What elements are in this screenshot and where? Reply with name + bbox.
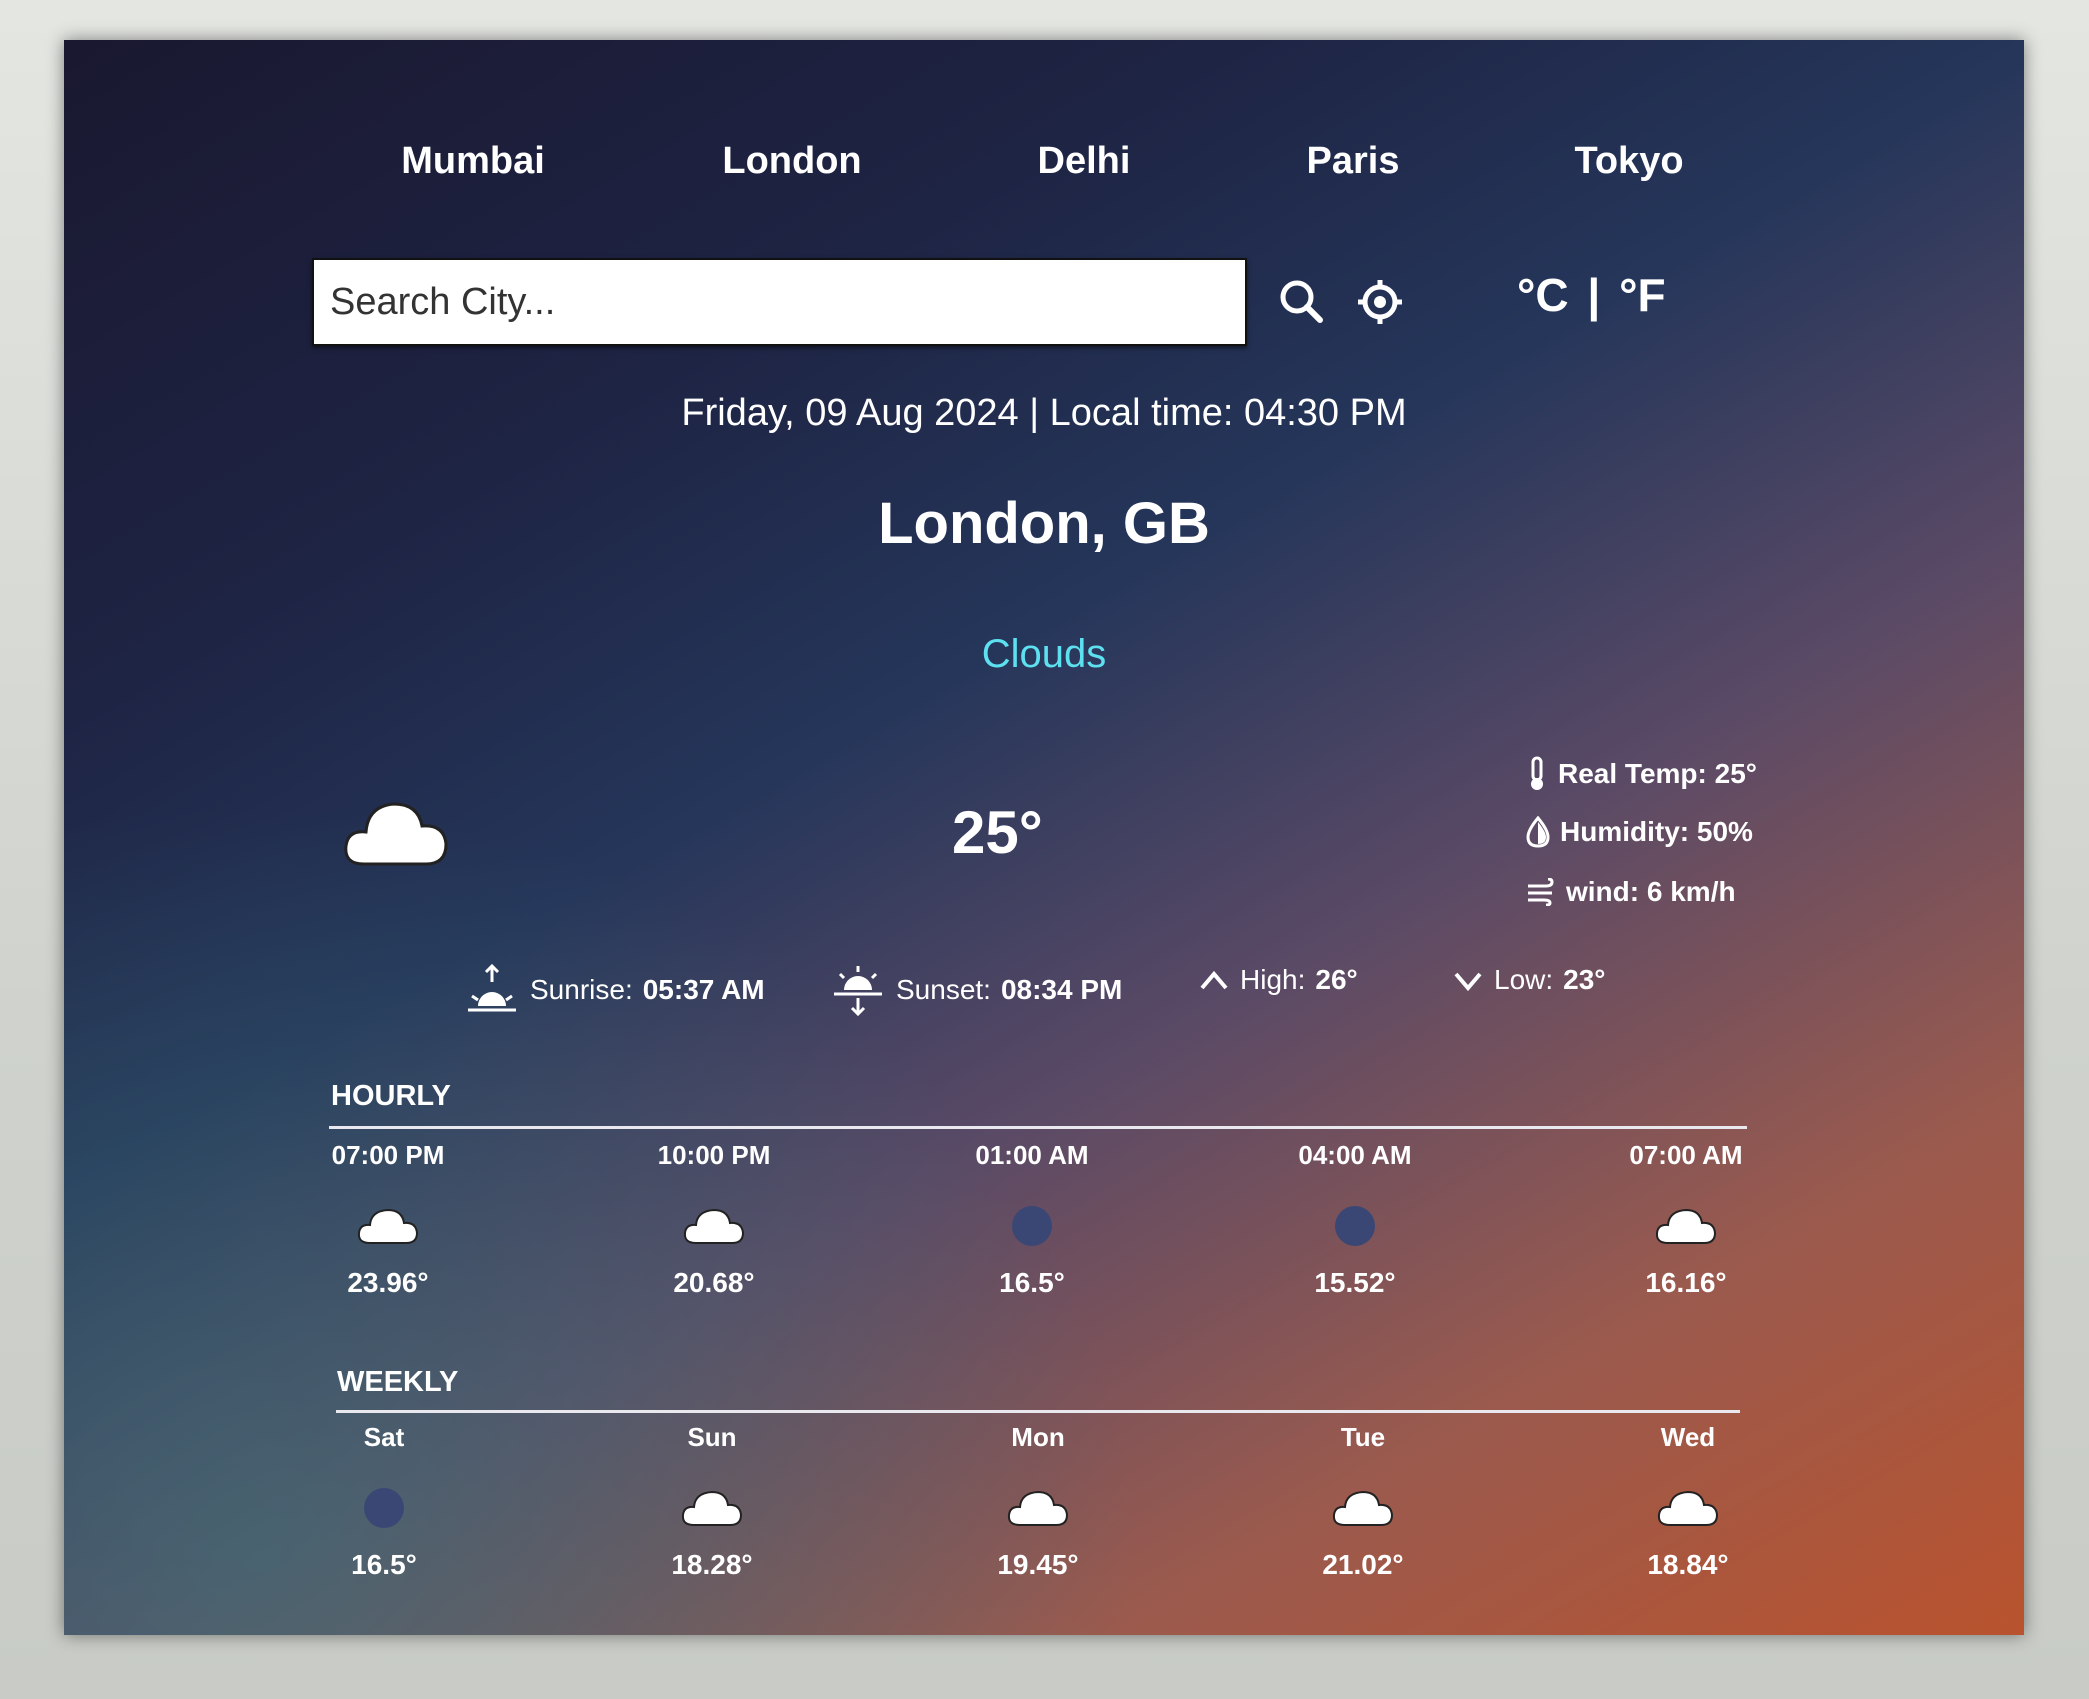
hourly-temp: 16.16° [1645, 1267, 1727, 1298]
sunset-time: 08:34 PM [1000, 974, 1123, 1005]
weekly-temp: 16.5° [351, 1549, 417, 1580]
search-input[interactable] [314, 260, 1245, 344]
search-box [312, 258, 1247, 346]
cloud-icon [342, 792, 452, 877]
sunset-item: Sunset: 08:34 PM [830, 964, 1122, 1016]
hourly-temp: 23.96° [347, 1267, 429, 1298]
humidity-icon [1526, 816, 1550, 848]
moon-icon [1012, 1206, 1052, 1246]
low-label: Low: [1494, 964, 1554, 995]
sunset-label: Sunset: [896, 974, 991, 1005]
humidity-value: Humidity: 50% [1560, 816, 1753, 847]
local-datetime: Friday, 09 Aug 2024 | Local time: 04:30 … [681, 392, 1407, 434]
current-temperature: 25° [952, 799, 1043, 866]
weekly-day: Sat [363, 1422, 405, 1452]
hourly-time: 10:00 PM [657, 1140, 771, 1170]
fahrenheit-button[interactable]: °F [1619, 269, 1666, 321]
cloud-icon [1657, 1490, 1719, 1526]
sunrise-icon [468, 964, 516, 1012]
thermometer-icon [1531, 756, 1543, 790]
real-temp-value: Real Temp: 25° [1558, 758, 1757, 789]
low-value: 23° [1563, 964, 1606, 995]
sunrise-label: Sunrise: [530, 974, 633, 1005]
hourly-item: 04:00 AM 15.52° [1245, 1140, 1465, 1299]
wind-value: wind: 6 km/h [1566, 876, 1736, 907]
weekly-day: Wed [1660, 1422, 1716, 1452]
nav-city-paris[interactable]: Paris [1307, 140, 1400, 183]
weekly-temp: 19.45° [997, 1549, 1079, 1580]
cloud-icon [1332, 1490, 1394, 1526]
weekly-item: Mon 19.45° [928, 1422, 1148, 1581]
location-icon[interactable] [1356, 278, 1404, 331]
wind-icon [1528, 878, 1554, 906]
weekly-item: Tue 21.02° [1253, 1422, 1473, 1581]
chevron-up-icon [1200, 970, 1228, 990]
weekly-day: Sun [687, 1422, 737, 1452]
weekly-divider [336, 1410, 1740, 1413]
nav-city-mumbai[interactable]: Mumbai [401, 140, 545, 183]
weekly-day: Tue [1340, 1422, 1386, 1452]
hourly-item: 01:00 AM 16.5° [922, 1140, 1142, 1299]
real-temp-row: Real Temp: 25° [1526, 756, 1757, 792]
weekly-day: Mon [1011, 1422, 1065, 1452]
weekly-temp: 18.84° [1647, 1549, 1729, 1580]
low-item: Low: 23° [1452, 964, 1606, 996]
nav-city-london[interactable]: London [722, 140, 861, 183]
weekly-item: Wed 18.84° [1578, 1422, 1798, 1581]
humidity-row: Humidity: 50% [1526, 816, 1753, 848]
hourly-time: 07:00 AM [1629, 1140, 1743, 1170]
weekly-temp: 21.02° [1322, 1549, 1404, 1580]
weather-condition: Clouds [981, 632, 1107, 676]
unit-separator: | [1587, 269, 1601, 321]
hourly-divider [329, 1126, 1747, 1129]
moon-icon [1335, 1206, 1375, 1246]
sunrise-item: Sunrise: 05:37 AM [464, 964, 765, 1016]
cloud-icon [1007, 1490, 1069, 1526]
weekly-item: Sat 16.5° [274, 1422, 494, 1581]
sunset-icon [834, 966, 882, 1016]
hourly-item: 10:00 PM 20.68° [604, 1140, 824, 1299]
hourly-time: 04:00 AM [1298, 1140, 1412, 1170]
wind-row: wind: 6 km/h [1526, 876, 1736, 908]
hourly-title: HOURLY [331, 1080, 451, 1112]
sunrise-time: 05:37 AM [642, 974, 765, 1005]
nav-city-delhi[interactable]: Delhi [1038, 140, 1131, 183]
cloud-icon [1655, 1208, 1717, 1244]
unit-toggle: °C | °F [1517, 268, 1666, 322]
celsius-button[interactable]: °C [1517, 269, 1569, 321]
high-item: High: 26° [1198, 964, 1358, 996]
high-value: 26° [1315, 964, 1358, 995]
high-label: High: [1240, 964, 1306, 995]
hourly-item: 07:00 AM 16.16° [1576, 1140, 1796, 1299]
hourly-temp: 16.5° [999, 1267, 1065, 1298]
cloud-icon [683, 1208, 745, 1244]
moon-icon [364, 1488, 404, 1528]
city-name: London, GB [878, 491, 1210, 556]
hourly-item: 07:00 PM 23.96° [278, 1140, 498, 1299]
hourly-temp: 15.52° [1314, 1267, 1396, 1298]
weekly-title: WEEKLY [337, 1366, 459, 1398]
chevron-down-icon [1454, 972, 1482, 992]
cloud-icon [681, 1490, 743, 1526]
nav-city-tokyo[interactable]: Tokyo [1574, 140, 1683, 183]
cloud-icon [357, 1208, 419, 1244]
hourly-temp: 20.68° [673, 1267, 755, 1298]
weather-app: Mumbai London Delhi Paris Tokyo °C | °F … [64, 40, 2024, 1635]
search-icon[interactable] [1278, 278, 1324, 329]
hourly-time: 07:00 PM [331, 1140, 445, 1170]
hourly-time: 01:00 AM [975, 1140, 1089, 1170]
weekly-temp: 18.28° [671, 1549, 753, 1580]
weekly-item: Sun 18.28° [602, 1422, 822, 1581]
